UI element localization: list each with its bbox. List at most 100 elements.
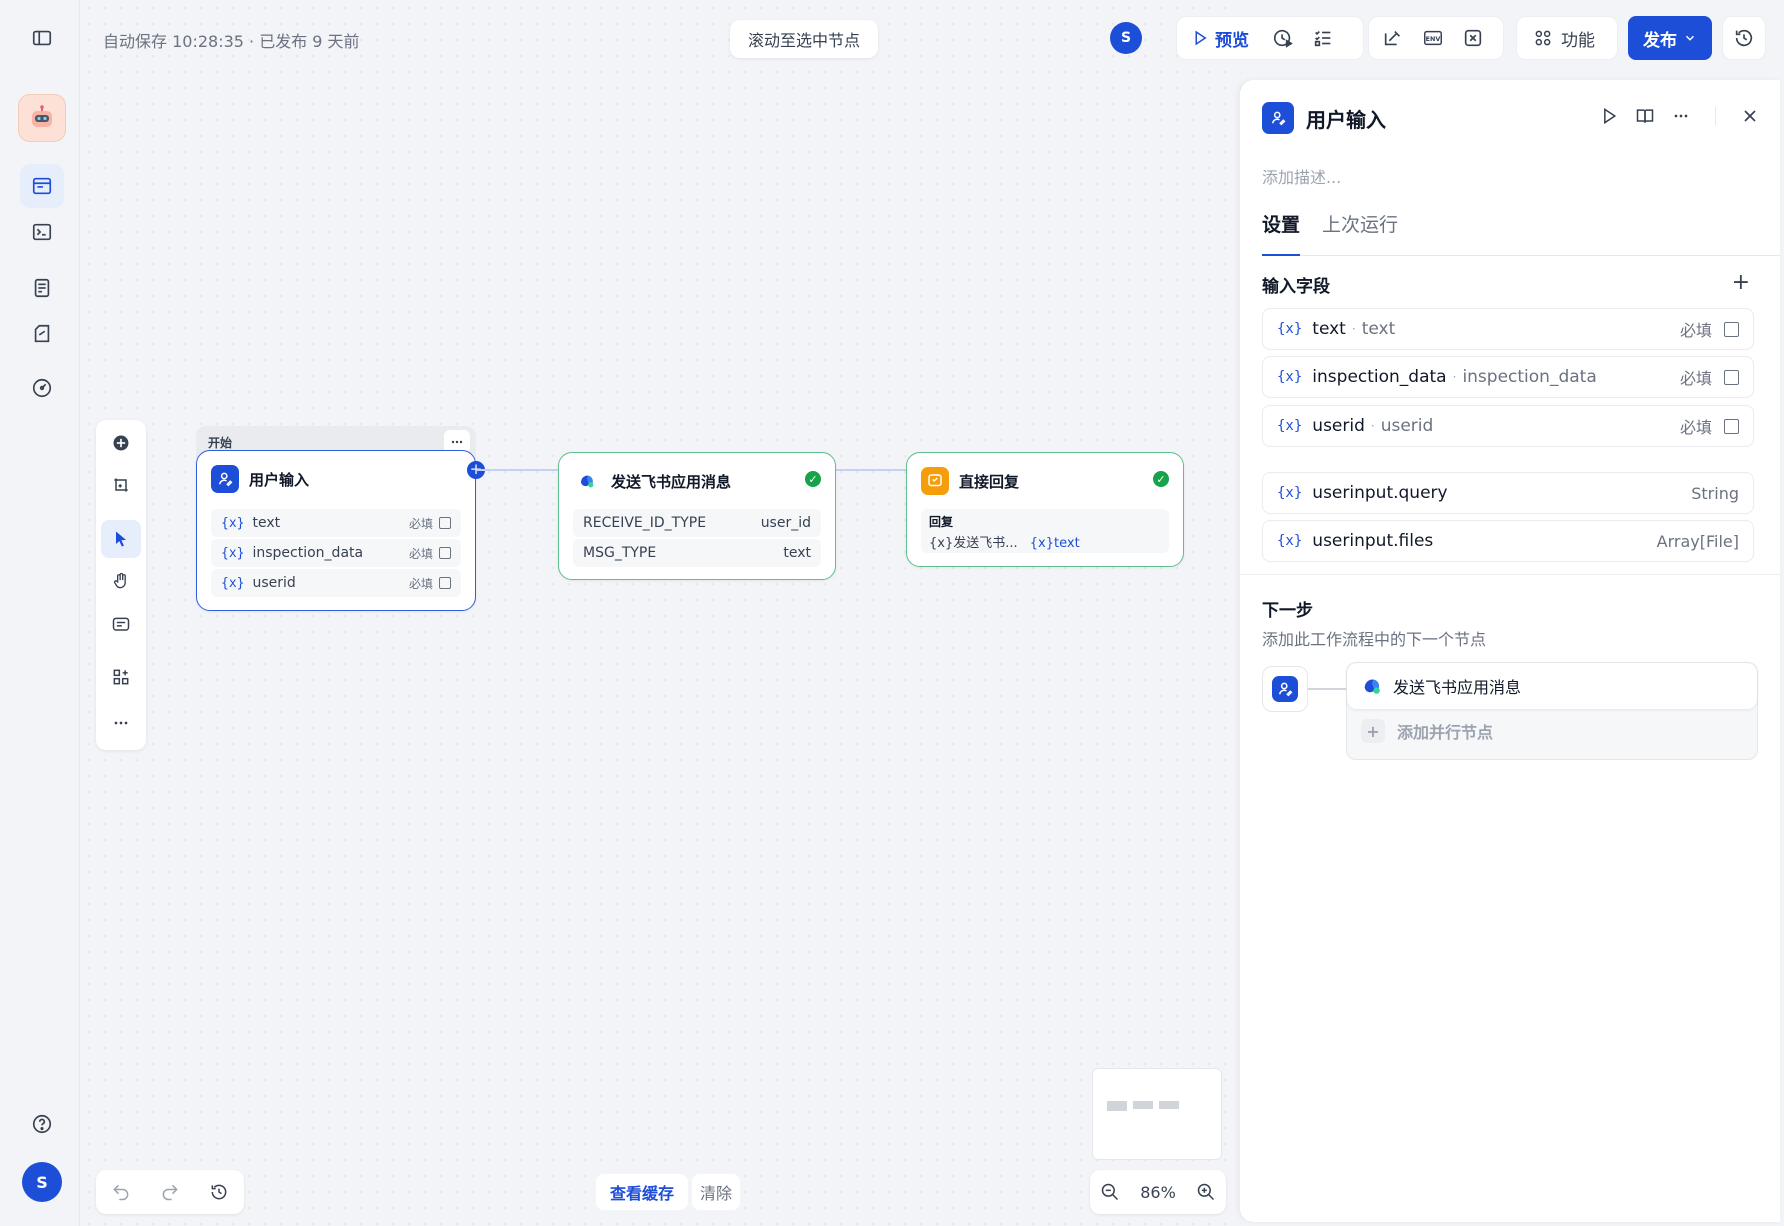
minimap[interactable] [1092, 1068, 1222, 1160]
add-node-icon[interactable] [101, 424, 141, 462]
next-node-item[interactable]: 发送飞书应用消息 [1347, 663, 1757, 709]
reply-variable-tag: {x}text [1029, 536, 1080, 551]
next-step-subtitle: 添加此工作流程中的下一个节点 [1262, 630, 1487, 649]
success-check-icon: ✓ [805, 471, 821, 487]
next-step-title: 下一步 [1262, 601, 1313, 621]
start-field-row[interactable]: {x} inspection_data 必填 [211, 539, 461, 567]
panel-tabs: 设置 上次运行 [1262, 210, 1780, 256]
text-type-icon [1724, 321, 1739, 337]
feishu-message-node[interactable]: 发送飞书应用消息 ✓ RECEIVE_ID_TYPE user_id MSG_T… [558, 452, 836, 580]
user-input-icon [211, 465, 239, 493]
input-field-item[interactable]: {x} inspection_data · inspection_data 必填 [1262, 356, 1754, 398]
tab-last-run[interactable]: 上次运行 [1322, 210, 1398, 256]
canvas-tool-palette [96, 420, 146, 750]
text-type-icon [1724, 369, 1739, 385]
features-panel-icon[interactable] [1373, 18, 1413, 58]
reply-node-title: 直接回复 [959, 472, 1020, 491]
panel-header: 用户输入 [1262, 102, 1386, 134]
organize-blocks-icon[interactable] [101, 658, 141, 696]
more-icon[interactable] [101, 704, 141, 742]
redo-icon[interactable] [160, 1182, 180, 1202]
panel-actions [1599, 106, 1760, 126]
help-book-icon[interactable] [1635, 106, 1655, 126]
plus-icon: + [1361, 719, 1385, 743]
start-field-row[interactable]: {x} userid 必填 [211, 569, 461, 597]
reply-label: 回复 [929, 515, 954, 529]
zoom-out-icon[interactable] [1100, 1182, 1120, 1202]
annotation-icon[interactable] [20, 312, 64, 356]
current-node-badge [1262, 666, 1308, 712]
text-type-icon [439, 577, 451, 589]
user-avatar[interactable]: S [22, 1162, 62, 1202]
reply-variable-tag: {x}发送飞书... [929, 536, 1018, 551]
run-toolbar: 预览 [1176, 16, 1364, 60]
app-robot-avatar[interactable] [18, 94, 66, 142]
grid-apps-icon [1535, 30, 1551, 46]
next-step-connector [1308, 688, 1346, 690]
zoom-level[interactable]: 86% [1140, 1183, 1176, 1202]
reply-node-header: 直接回复 [921, 467, 1019, 495]
comment-icon[interactable] [101, 606, 141, 644]
orchestrate-icon[interactable] [20, 164, 64, 208]
success-check-icon: ✓ [1153, 471, 1169, 487]
clear-button[interactable]: 清除 [692, 1174, 741, 1210]
start-node-user-input[interactable]: 用户输入 {x} text 必填 {x} inspection_data 必填 … [196, 450, 485, 611]
monitor-icon[interactable] [20, 366, 64, 410]
terminal-icon[interactable] [20, 210, 64, 254]
hand-icon[interactable] [101, 562, 141, 600]
close-icon[interactable] [1740, 106, 1760, 126]
input-field-item[interactable]: {x} userid · userid 必填 [1262, 405, 1754, 447]
text-type-icon [439, 517, 451, 529]
start-node-header: 用户输入 [211, 465, 309, 493]
play-icon [1195, 30, 1207, 46]
publish-button[interactable]: 发布 [1628, 16, 1712, 60]
pointer-icon[interactable] [101, 520, 141, 558]
env-toolbar: ENV [1368, 16, 1504, 60]
input-field-item[interactable]: {x} text · text 必填 [1262, 308, 1754, 350]
tab-settings[interactable]: 设置 [1262, 210, 1301, 256]
collaborator-avatar[interactable]: S [1110, 22, 1142, 54]
help-icon[interactable] [20, 1102, 64, 1146]
feishu-icon [1364, 679, 1380, 694]
zoom-in-icon[interactable] [1196, 1182, 1216, 1202]
direct-reply-node[interactable]: 直接回复 ✓ 回复 {x}发送飞书... {x}text [906, 452, 1184, 567]
feature-button[interactable]: 功能 [1517, 18, 1611, 58]
history-controls [96, 1170, 244, 1214]
edge-start-to-feishu [476, 469, 558, 471]
feishu-icon [573, 467, 601, 495]
run-node-icon[interactable] [1599, 106, 1619, 126]
feishu-node-title: 发送飞书应用消息 [611, 472, 732, 491]
add-field-icon[interactable]: + [1732, 270, 1750, 295]
system-field-item: {x} userinput.query String [1262, 472, 1754, 514]
start-node-title: 用户输入 [249, 470, 310, 489]
version-history-button[interactable] [1722, 16, 1766, 60]
zoom-controls: 86% [1090, 1170, 1226, 1214]
undo-icon[interactable] [111, 1182, 131, 1202]
text-type-icon [1724, 418, 1739, 434]
edge-feishu-to-reply [836, 469, 906, 471]
workflow-canvas[interactable] [81, 0, 1241, 1226]
next-nodes-box: 发送飞书应用消息 + 添加并行节点 [1346, 662, 1758, 760]
run-history-icon[interactable] [1263, 18, 1303, 58]
add-parallel-node-button[interactable]: + 添加并行节点 [1361, 719, 1493, 743]
user-input-icon [1272, 676, 1298, 702]
scroll-to-selected-button[interactable]: 滚动至选中节点 [730, 20, 878, 58]
view-cache-button[interactable]: 查看缓存 [596, 1174, 689, 1210]
more-icon[interactable] [1671, 106, 1691, 126]
param-row: RECEIVE_ID_TYPE user_id [573, 509, 821, 537]
description-input[interactable]: 添加描述... [1262, 164, 1341, 188]
checklist-icon[interactable] [1303, 18, 1343, 58]
conversation-variables-icon[interactable] [1453, 18, 1493, 58]
history-icon[interactable] [209, 1182, 229, 1202]
preview-button[interactable]: 预览 [1177, 18, 1263, 58]
logs-icon[interactable] [20, 266, 64, 310]
env-variables-icon[interactable]: ENV [1413, 18, 1453, 58]
param-row: MSG_TYPE text [573, 539, 821, 567]
system-field-item: {x} userinput.files Array[File] [1262, 520, 1754, 562]
text-type-icon [439, 547, 451, 559]
feature-toolbar: 功能 [1516, 16, 1618, 60]
start-group-label: 开始 [208, 436, 233, 450]
toggle-sidebar-icon[interactable] [20, 16, 64, 60]
start-field-row[interactable]: {x} text 必填 [211, 509, 461, 537]
add-note-icon[interactable] [101, 466, 141, 504]
